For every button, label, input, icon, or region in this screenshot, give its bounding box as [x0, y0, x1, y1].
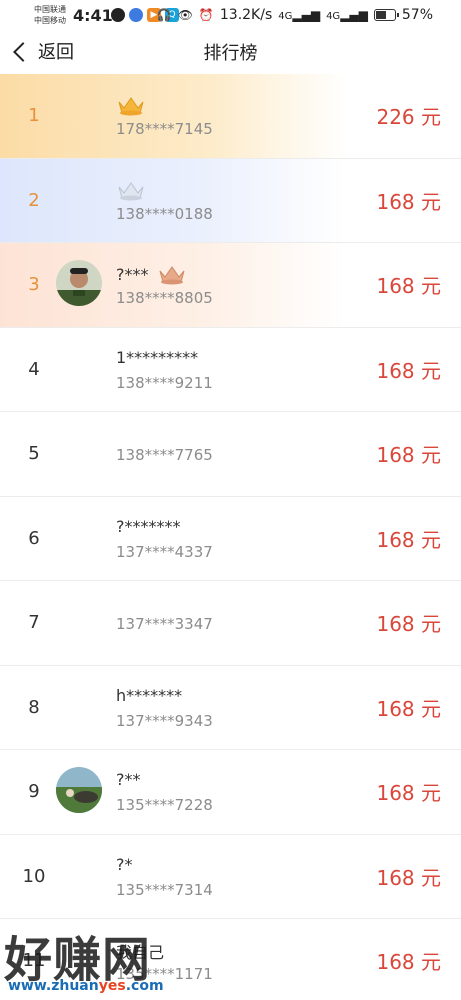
avatar [56, 260, 102, 306]
user-name-text: ?******* [116, 516, 181, 536]
user-name-text: 1********* [116, 347, 199, 367]
user-phone: 137****9343 [116, 711, 213, 730]
browser-icon [129, 8, 143, 22]
user-name: h******* [116, 686, 182, 705]
leaderboard-row: 2 138****0188 168 元 [0, 158, 461, 243]
reward-amount: 168 元 [376, 781, 441, 806]
rank-number: 2 [28, 189, 40, 211]
alarm-icon: ⏰ [198, 8, 214, 22]
user-phone: 138****7765 [116, 446, 213, 464]
leaderboard-row: 4 1********* 138****9211 168 元 [0, 328, 461, 412]
qq-icon [111, 8, 125, 22]
user-name: 1********* [116, 348, 198, 367]
user-phone: 138****8805 [116, 289, 213, 307]
reward-amount: 168 元 [376, 950, 441, 975]
user-name: 我自己 [116, 939, 164, 963]
rank-number: 6 [28, 527, 40, 549]
carrier-2: 中国移动 [34, 16, 66, 25]
rank-number: 10 [22, 865, 46, 887]
leaderboard-row: 7 137****3347 168 元 [0, 581, 461, 666]
status-time: 4:41 [73, 6, 113, 25]
user-phone: 137****4337 [116, 542, 213, 561]
rank-number: 9 [28, 781, 40, 803]
leaderboard-row: 1 178****7145 226 元 [0, 74, 461, 159]
user-name: ?* [116, 855, 133, 874]
reward-amount: 168 元 [376, 274, 441, 299]
user-name [116, 94, 146, 116]
network-speed: 13.2K/s [219, 7, 273, 23]
user-phone: 138****9211 [116, 373, 213, 392]
rank-number: 3 [28, 274, 40, 296]
signal-icon: 4G▂▄▆ [326, 8, 368, 22]
status-bar: 中国联通 中国移动 4:41 ▶ Q 🎧 👁 ⏰ 13.2K/s 4G▂▄▆ 4… [0, 0, 461, 32]
reward-amount: 168 元 [376, 443, 441, 468]
rank-number: 8 [28, 696, 40, 718]
rank-number: 4 [28, 358, 40, 380]
reward-amount: 168 元 [376, 696, 441, 721]
headphones-icon: 🎧 [156, 8, 172, 22]
rank-number: 1 [28, 105, 40, 127]
user-phone: 135****7314 [116, 880, 213, 899]
user-name-text: ?*** [116, 264, 149, 284]
rank-number: 7 [28, 612, 40, 634]
user-name [116, 179, 146, 201]
reward-amount: 168 元 [376, 189, 441, 214]
carrier-labels: 中国联通 中国移动 [34, 4, 66, 26]
user-phone: 135****7228 [116, 796, 213, 814]
leaderboard-row: 6 ?******* 137****4337 168 元 [0, 497, 461, 581]
user-phone: 135****1171 [116, 965, 213, 983]
user-name: ?** [116, 770, 141, 789]
battery-percent: 57% [401, 7, 433, 23]
leaderboard-row: 5 138****7765 168 元 [0, 412, 461, 497]
leaderboard-row: 9 ?** 135****7228 168 元 [0, 750, 461, 835]
user-name: ?*** [116, 263, 187, 285]
user-name-text: 我自己 [116, 943, 165, 962]
leaderboard-row: 3 ?*** 138****8805 168 元 [0, 243, 461, 328]
reward-amount: 168 元 [376, 527, 441, 552]
gold-crown-icon [116, 94, 146, 116]
signal-icon: 4G▂▄▆ [278, 8, 321, 22]
eye-icon: 👁 [177, 8, 193, 22]
reward-amount: 226 元 [376, 105, 441, 130]
bronze-crown-icon [157, 263, 187, 285]
leaderboard-row: 10 ?* 135****7314 168 元 [0, 835, 461, 919]
nav-header: 返回 排行榜 [0, 32, 461, 74]
leaderboard-row: 11 我自己 135****1171 168 元 [0, 919, 461, 1000]
user-phone: 138****0188 [116, 204, 213, 223]
page-title: 排行榜 [203, 43, 258, 64]
silver-crown-icon [116, 179, 146, 201]
avatar [56, 767, 102, 813]
leaderboard-row: 8 h******* 137****9343 168 元 [0, 666, 461, 750]
user-name: ?******* [116, 517, 181, 536]
user-phone: 178****7145 [116, 120, 213, 138]
carrier-1: 中国联通 [34, 5, 66, 14]
reward-amount: 168 元 [376, 865, 441, 890]
user-name-text: ?** [116, 770, 141, 789]
leaderboard-list: 1 178****7145 226 元 2 138****0188 168 元 3 ?*** 1… [0, 74, 461, 1000]
reward-amount: 168 元 [376, 612, 441, 637]
reward-amount: 168 元 [376, 358, 441, 383]
user-name-text: ?* [116, 854, 133, 874]
battery-icon [373, 9, 399, 21]
status-right: 🎧 👁 ⏰ 13.2K/s 4G▂▄▆ 4G▂▄▆ 57% [157, 7, 433, 23]
user-name-text: h******* [116, 685, 183, 705]
user-phone: 137****3347 [116, 615, 213, 633]
rank-number: 5 [28, 443, 40, 465]
rank-number: 11 [22, 950, 46, 972]
